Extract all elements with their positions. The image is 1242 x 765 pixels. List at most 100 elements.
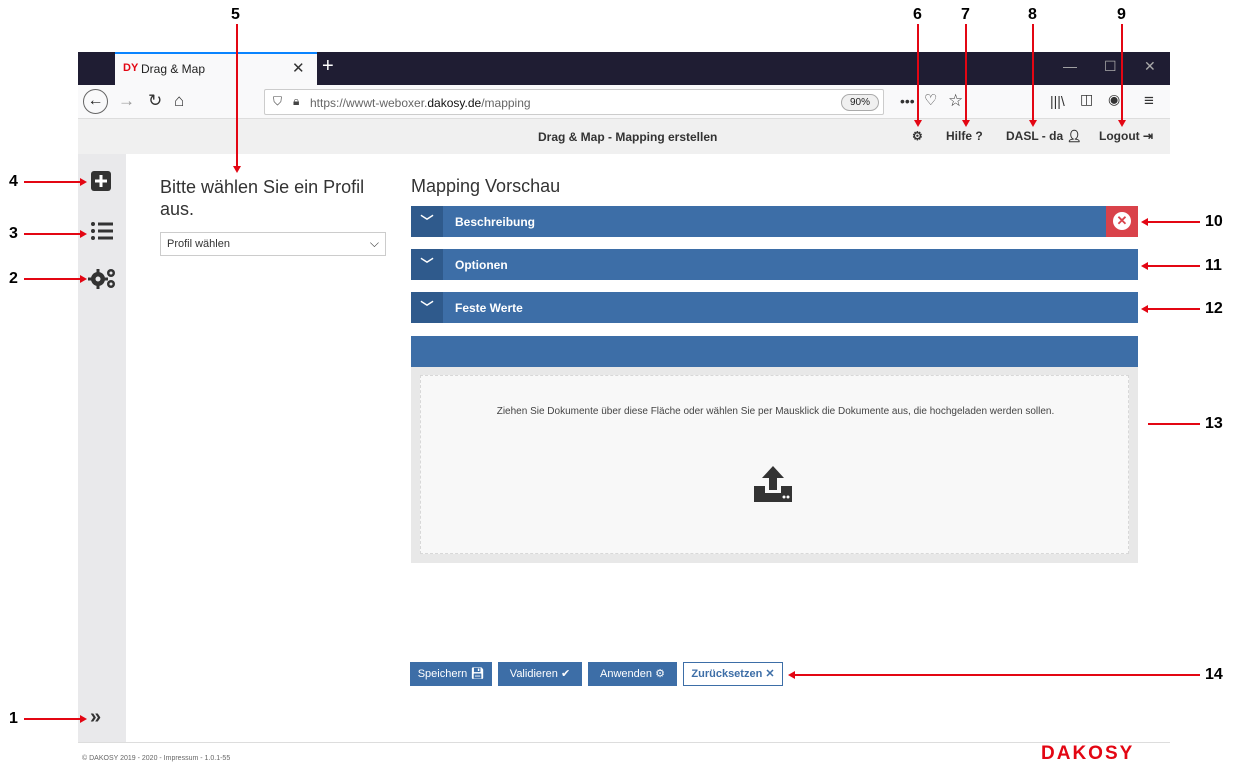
chevron-down-icon[interactable]: ﹀	[411, 292, 443, 323]
callout-line-13	[1148, 423, 1200, 425]
callout-8: 8	[1028, 6, 1037, 23]
browser-window: DY Drag & Map ✕ + — ☐ ✕ ← → ↻ ⌂ ⛉ 🔒︎ htt…	[78, 52, 1170, 765]
navigation-bar: ← → ↻ ⌂ ⛉ 🔒︎ https://wwwt-weboxer.dakosy…	[78, 85, 1170, 119]
dakosy-favicon-icon: DY	[123, 62, 139, 74]
accordion-label: Optionen	[455, 258, 508, 272]
new-tab-icon[interactable]: +	[322, 55, 334, 78]
callout-7: 7	[961, 6, 970, 23]
reload-icon[interactable]: ↻	[148, 91, 162, 111]
footer-text[interactable]: © DAKOSY 2019 - 2020 - Impressum - 1.0.1…	[82, 755, 230, 762]
zoom-level[interactable]: 90%	[841, 94, 879, 111]
callout-line-10	[1148, 221, 1200, 223]
accordion-label: Feste Werte	[455, 301, 523, 315]
callout-line-5	[236, 24, 238, 168]
footer: © DAKOSY 2019 - 2020 - Impressum - 1.0.1…	[78, 742, 1170, 765]
browser-tab[interactable]: DY Drag & Map ✕	[115, 52, 317, 85]
minimize-icon[interactable]: —	[1063, 58, 1077, 74]
accordion-beschreibung[interactable]: ﹀ Beschreibung ✕	[411, 206, 1138, 237]
library-icon[interactable]: |||\	[1050, 93, 1065, 109]
callout-10: 10	[1205, 213, 1223, 230]
pocket-icon[interactable]: ♡	[924, 91, 937, 109]
dropzone[interactable]: Ziehen Sie Dokumente über diese Fläche o…	[420, 375, 1129, 554]
validate-button[interactable]: Validieren ✔	[498, 662, 582, 686]
page-title: Drag & Map - Mapping erstellen	[538, 130, 718, 144]
callout-13: 13	[1205, 415, 1223, 432]
save-button[interactable]: Speichern 💾︎	[410, 662, 492, 686]
cogs-icon: ⚙︎	[655, 668, 665, 680]
callout-2: 2	[9, 270, 18, 287]
user-icon: 👤︎	[1066, 129, 1082, 143]
callout-line-11	[1148, 265, 1200, 267]
dropzone-text: Ziehen Sie Dokumente über diese Fläche o…	[496, 406, 1055, 417]
expand-sidebar-icon[interactable]: »	[90, 706, 101, 729]
callout-arrow-10	[1141, 218, 1148, 226]
callout-arrow-2	[80, 275, 87, 283]
account-icon[interactable]: ◉	[1108, 91, 1120, 108]
callout-arrow-12	[1141, 305, 1148, 313]
settings-gear-icon[interactable]: ⚙︎	[912, 129, 923, 143]
callout-4: 4	[9, 173, 18, 190]
forward-icon[interactable]: →	[118, 91, 135, 111]
callout-11: 11	[1205, 257, 1222, 274]
close-tab-icon[interactable]: ✕	[292, 59, 305, 77]
window-close-icon[interactable]: ✕	[1144, 58, 1156, 75]
logout-link[interactable]: Logout ⇥	[1099, 129, 1153, 143]
chevron-down-icon[interactable]: ﹀	[411, 249, 443, 280]
add-mapping-icon[interactable]	[90, 170, 112, 198]
settings-cogs-icon[interactable]	[88, 266, 118, 296]
callout-arrow-1	[80, 715, 87, 723]
app-header: Drag & Map - Mapping erstellen ⚙︎ Hilfe …	[78, 119, 1170, 154]
close-circle-icon: ✕	[1113, 212, 1131, 230]
accordion-optionen[interactable]: ﹀ Optionen	[411, 249, 1138, 280]
menu-icon[interactable]: ≡	[1144, 91, 1154, 111]
callout-arrow-4	[80, 178, 87, 186]
callout-line-14	[795, 674, 1200, 676]
preview-title: Mapping Vorschau	[411, 176, 561, 196]
callout-arrow-6	[914, 120, 922, 127]
callout-5: 5	[231, 6, 240, 23]
callout-3: 3	[9, 225, 18, 242]
callout-arrow-14	[788, 671, 795, 679]
more-actions-icon[interactable]: •••	[900, 93, 915, 109]
close-icon: ✕	[765, 668, 775, 680]
back-icon[interactable]: ←	[83, 89, 108, 114]
callout-arrow-3	[80, 230, 87, 238]
tab-bar: DY Drag & Map ✕ + — ☐ ✕	[78, 52, 1170, 85]
callout-arrow-8	[1029, 120, 1037, 127]
callout-line-7	[965, 24, 967, 121]
callout-arrow-7	[962, 120, 970, 127]
callout-1: 1	[9, 710, 18, 727]
callout-14: 14	[1205, 666, 1223, 683]
save-disk-icon: 💾︎	[470, 668, 485, 680]
reset-button[interactable]: Zurücksetzen ✕	[683, 662, 783, 686]
chevron-down-icon: ⌵	[369, 236, 379, 250]
bookmark-star-icon[interactable]: ☆	[948, 91, 963, 111]
callout-arrow-9	[1118, 120, 1126, 127]
accordion-label: Beschreibung	[455, 215, 536, 229]
home-icon[interactable]: ⌂	[174, 91, 184, 111]
apply-button[interactable]: Anwenden ⚙︎	[588, 662, 677, 686]
callout-6: 6	[913, 6, 922, 23]
callout-9: 9	[1117, 6, 1126, 23]
user-menu[interactable]: DASL - da 👤︎	[1006, 129, 1082, 143]
sidebar-toggle-icon[interactable]: ◫	[1080, 91, 1093, 108]
callout-arrow-11	[1141, 262, 1148, 270]
maximize-icon[interactable]: ☐	[1104, 58, 1117, 75]
lock-icon[interactable]: 🔒︎	[293, 94, 299, 109]
callout-line-12	[1148, 308, 1200, 310]
callout-line-9	[1121, 24, 1123, 121]
accordion-feste-werte[interactable]: ﹀ Feste Werte	[411, 292, 1138, 323]
remove-section-button[interactable]: ✕	[1106, 206, 1138, 237]
list-icon[interactable]	[90, 220, 114, 248]
url-bar[interactable]: ⛉ 🔒︎ https://wwwt-weboxer.dakosy.de/mapp…	[264, 89, 884, 115]
callout-line-6	[917, 24, 919, 121]
chevron-down-icon[interactable]: ﹀	[411, 206, 443, 237]
callout-line-2	[24, 278, 80, 280]
shield-icon[interactable]: ⛉	[273, 94, 282, 109]
upload-icon[interactable]	[751, 464, 795, 509]
help-link[interactable]: Hilfe ?	[946, 129, 983, 143]
callout-line-8	[1032, 24, 1034, 121]
profile-select[interactable]: Profil wählen ⌵	[160, 232, 386, 256]
dakosy-logo: DAKOSY	[1041, 743, 1135, 764]
url-text[interactable]: https://wwwt-weboxer.dakosy.de/mapping	[310, 96, 531, 110]
